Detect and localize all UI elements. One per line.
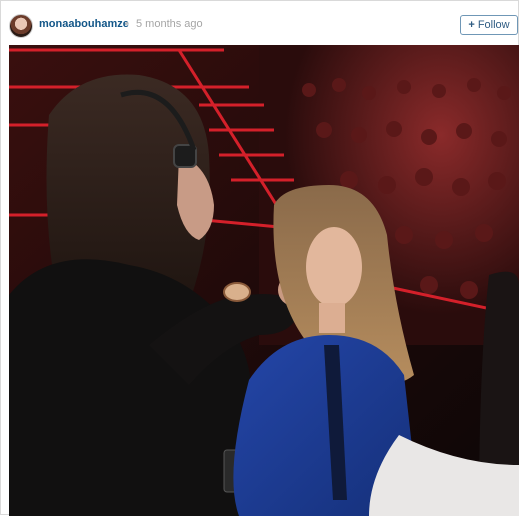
avatar[interactable]	[9, 14, 33, 38]
plus-icon: +	[468, 19, 475, 31]
woman-face	[306, 227, 362, 307]
separator-dot: •	[125, 18, 129, 30]
post-photo[interactable]	[9, 45, 519, 516]
follow-button[interactable]: + Follow	[460, 15, 518, 35]
follow-label: Follow	[477, 19, 510, 31]
woman-neck	[319, 303, 345, 333]
timestamp: 5 months ago	[136, 18, 203, 30]
post-card: monaabouhamze • 5 months ago + Follow	[0, 0, 519, 516]
username-link[interactable]: monaabouhamze	[39, 18, 129, 30]
compact-powder	[223, 282, 251, 302]
post-header: monaabouhamze • 5 months ago + Follow	[1, 1, 518, 45]
